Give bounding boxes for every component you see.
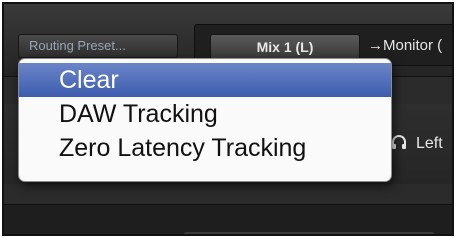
channel-side-label: Left (416, 135, 443, 152)
routing-preset-button[interactable]: Routing Preset... (18, 34, 178, 58)
routing-preset-menu: Clear DAW Tracking Zero Latency Tracking (18, 58, 392, 182)
monitor-output-label[interactable]: →Monitor ( (368, 37, 442, 54)
menu-item-clear[interactable]: Clear (19, 63, 391, 97)
mix-select-button[interactable]: Mix 1 (L) (210, 34, 360, 60)
menu-item-zero-latency-tracking[interactable]: Zero Latency Tracking (19, 131, 391, 165)
menu-item-daw-tracking[interactable]: DAW Tracking (19, 97, 391, 131)
bottom-slider-track[interactable] (184, 232, 434, 234)
headphone-icon (390, 134, 408, 155)
